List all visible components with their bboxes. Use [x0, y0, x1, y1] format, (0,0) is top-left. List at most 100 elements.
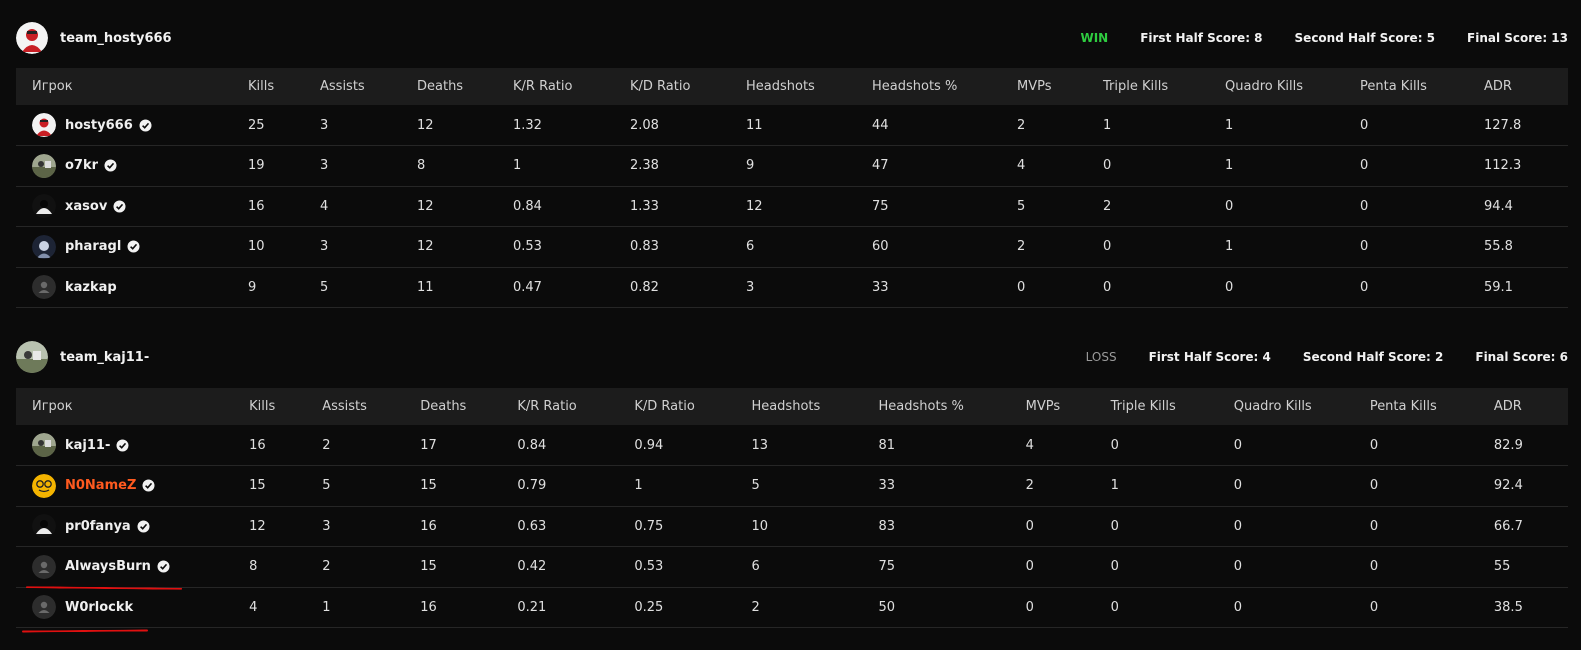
final-score: Final Score: 6 — [1475, 350, 1568, 364]
column-header[interactable]: ADR — [1494, 388, 1568, 425]
column-header[interactable]: Игрок — [16, 388, 249, 425]
stat-cell: 4 — [249, 599, 258, 615]
column-header[interactable]: Kills — [248, 68, 320, 105]
stat-cell: 0.75 — [634, 518, 664, 534]
player-avatar-icon[interactable] — [32, 153, 56, 178]
column-header[interactable]: K/R Ratio — [517, 388, 634, 425]
team-avatar-icon[interactable] — [16, 341, 48, 373]
stat-cell: 5 — [751, 478, 760, 494]
player-link[interactable]: hosty666 — [32, 113, 248, 137]
stat-cell: 19 — [248, 158, 265, 174]
column-header[interactable]: Triple Kills — [1111, 388, 1234, 425]
player-cell: hosty666 — [16, 105, 248, 146]
stat-cell: 15 — [249, 478, 266, 494]
column-header[interactable]: K/D Ratio — [634, 388, 751, 425]
stat-cell: 112.3 — [1484, 158, 1522, 174]
player-avatar-icon[interactable] — [32, 194, 56, 219]
stat-cell: 0 — [1369, 478, 1379, 494]
player-link[interactable]: kazkap — [32, 275, 248, 300]
player-link[interactable]: xasov — [32, 194, 248, 219]
stat-cell: 5 — [320, 279, 329, 295]
match-scoreboard: team_hosty666 WIN First Half Score: 8 Se… — [0, 0, 1581, 650]
stat-cell: 59.1 — [1484, 279, 1513, 295]
player-name[interactable]: AlwaysBurn — [65, 559, 151, 574]
column-header[interactable]: K/D Ratio — [630, 68, 746, 105]
column-header[interactable]: Kills — [249, 388, 322, 425]
stat-cell: 3 — [320, 158, 329, 174]
player-link[interactable]: kaj11- — [32, 433, 249, 457]
player-avatar-icon[interactable] — [32, 113, 56, 137]
player-avatar-icon[interactable] — [32, 275, 56, 300]
player-link[interactable]: W0rlockk — [32, 595, 249, 620]
column-header[interactable]: Triple Kills — [1103, 68, 1225, 105]
column-header[interactable]: Игрок — [16, 68, 248, 105]
player-name[interactable]: pharagl — [65, 239, 121, 254]
stat-cell: 83 — [878, 518, 896, 534]
player-link[interactable]: o7kr — [32, 153, 248, 178]
stat-cell: 13 — [751, 437, 768, 453]
stat-cell: 0.84 — [513, 198, 542, 214]
verified-check-icon — [104, 159, 117, 172]
player-row: kaj11- 16 2 17 0.84 0.94 13 81 4 0 0 0 82.9 — [16, 425, 1568, 466]
player-avatar-icon[interactable] — [32, 554, 56, 579]
column-header[interactable]: Assists — [322, 388, 420, 425]
stat-cell: 0 — [1225, 279, 1234, 295]
stat-cell: 127.8 — [1484, 117, 1522, 133]
team-name[interactable]: team_kaj11- — [60, 350, 149, 365]
stat-cell: 0 — [1233, 599, 1243, 615]
column-header[interactable]: Headshots — [751, 388, 878, 425]
player-link[interactable]: N0NameZ — [32, 473, 249, 498]
column-header[interactable]: MVPs — [1017, 68, 1103, 105]
player-name[interactable]: kazkap — [65, 280, 117, 295]
column-header[interactable]: K/R Ratio — [513, 68, 630, 105]
player-avatar-icon[interactable] — [32, 473, 56, 498]
player-name[interactable]: kaj11- — [65, 438, 110, 453]
annotation-underline — [21, 629, 149, 633]
player-row: pr0fanya 12 3 16 0.63 0.75 10 83 0 0 0 0 66.7 — [16, 506, 1568, 547]
stat-cell: 4 — [1017, 158, 1026, 174]
column-header[interactable]: Penta Kills — [1370, 388, 1494, 425]
column-header[interactable]: Headshots % — [879, 388, 1026, 425]
player-link[interactable]: pr0fanya — [32, 514, 249, 539]
stat-cell: 3 — [320, 117, 329, 133]
column-header[interactable]: Penta Kills — [1360, 68, 1484, 105]
stat-cell: 38.5 — [1493, 599, 1523, 615]
team-avatar-icon[interactable] — [16, 22, 48, 54]
column-header[interactable]: ADR — [1484, 68, 1568, 105]
stat-cell: 44 — [872, 117, 889, 133]
player-avatar-icon[interactable] — [32, 433, 56, 457]
stat-cell: 16 — [420, 518, 437, 534]
player-cell: pr0fanya — [16, 506, 249, 547]
player-name[interactable]: pr0fanya — [65, 519, 131, 534]
player-link[interactable]: AlwaysBurn — [32, 554, 249, 579]
column-header[interactable]: Quadro Kills — [1225, 68, 1360, 105]
column-header[interactable]: Deaths — [420, 388, 517, 425]
player-name[interactable]: o7kr — [65, 158, 98, 173]
player-name[interactable]: N0NameZ — [65, 478, 136, 493]
player-avatar-icon[interactable] — [32, 514, 56, 539]
player-avatar-icon[interactable] — [32, 595, 56, 620]
stat-cell: 1 — [1225, 239, 1234, 255]
player-row: o7kr 19 3 8 1 2.38 9 47 4 0 1 0 112.3 — [16, 146, 1568, 186]
stat-cell: 0 — [1110, 599, 1119, 615]
column-header[interactable]: Deaths — [417, 68, 513, 105]
stat-cell: 1 — [634, 478, 643, 494]
stat-cell: 0 — [1110, 559, 1119, 575]
player-link[interactable]: pharagl — [32, 234, 248, 259]
stat-cell: 12 — [417, 239, 434, 255]
player-avatar-icon[interactable] — [32, 234, 56, 259]
team-name[interactable]: team_hosty666 — [60, 31, 172, 46]
column-header[interactable]: Headshots % — [872, 68, 1017, 105]
player-cell: xasov — [16, 186, 248, 227]
column-header[interactable]: Quadro Kills — [1234, 388, 1370, 425]
column-header[interactable]: Assists — [320, 68, 417, 105]
player-name[interactable]: W0rlockk — [65, 600, 133, 615]
player-name[interactable]: hosty666 — [65, 118, 133, 133]
player-row: W0rlockk 4 1 16 0.21 0.25 2 50 0 0 0 0 38.5 — [16, 587, 1568, 628]
stat-cell: 5 — [1017, 198, 1026, 214]
column-header[interactable]: Headshots — [746, 68, 872, 105]
column-header[interactable]: MVPs — [1026, 388, 1111, 425]
stat-cell: 0 — [1103, 279, 1112, 295]
stat-cell: 0 — [1233, 559, 1243, 575]
player-name[interactable]: xasov — [65, 199, 107, 214]
